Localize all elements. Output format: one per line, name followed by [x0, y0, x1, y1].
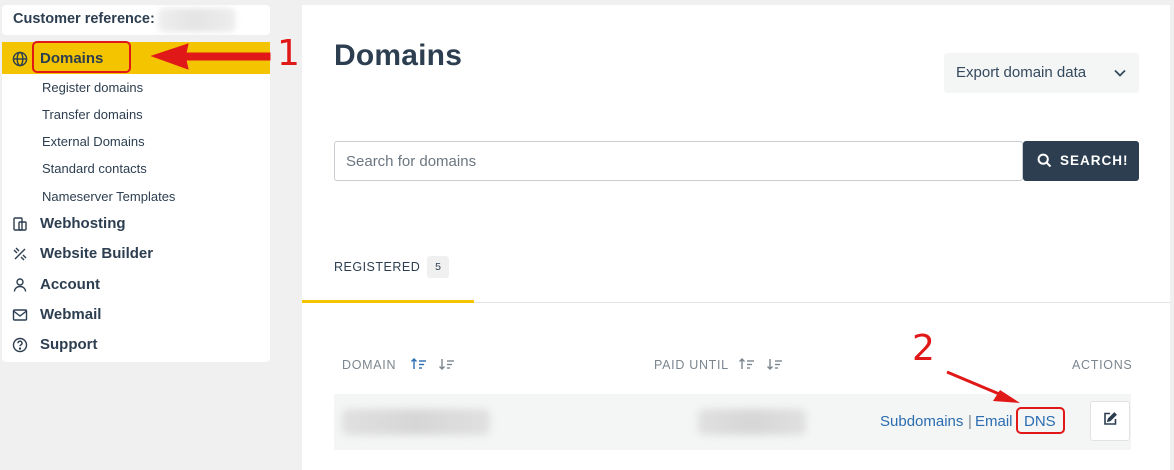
tab-active-underline [302, 300, 474, 303]
count-badge: 5 [427, 256, 449, 278]
column-header-actions: ACTIONS [1072, 358, 1133, 372]
column-header-paid-until: PAID UNTIL [654, 358, 729, 372]
sidebar-item-webhosting[interactable]: Webhosting [2, 210, 270, 238]
sort-descending-icon[interactable] [766, 357, 784, 371]
export-domain-data-dropdown[interactable]: Export domain data [944, 53, 1139, 93]
user-icon [11, 276, 29, 294]
search-icon [1037, 153, 1052, 173]
edit-button[interactable] [1090, 401, 1130, 441]
sidebar-subitem-register-domains[interactable]: Register domains [42, 80, 143, 95]
search-field [334, 141, 1023, 181]
sort-ascending-icon[interactable] [738, 357, 756, 371]
email-link[interactable]: Email [975, 413, 1013, 430]
customer-reference-label: Customer reference: [13, 11, 155, 27]
annotation-highlight-domains [32, 41, 131, 73]
link-separator: | [968, 413, 972, 430]
domain-name-redacted [342, 409, 490, 435]
sidebar-item-account[interactable]: Account [2, 271, 270, 299]
website-builder-icon [11, 245, 29, 263]
sidebar-item-website-builder[interactable]: Website Builder [2, 240, 270, 268]
sort-ascending-icon[interactable] [410, 357, 428, 371]
main-panel: Domains Export domain data SEARCH! REGIS… [302, 5, 1170, 470]
chevron-down-icon [1113, 66, 1127, 85]
sidebar: Domains Register domains Transfer domain… [2, 42, 270, 362]
mail-icon [11, 306, 29, 324]
sidebar-item-webmail[interactable]: Webmail [2, 301, 270, 329]
sidebar-item-label: Webmail [40, 306, 102, 323]
sort-descending-icon[interactable] [438, 357, 456, 371]
edit-icon [1102, 411, 1118, 432]
page-title: Domains [334, 39, 463, 72]
annotation-highlight-dns [1016, 407, 1065, 434]
sidebar-item-label: Webhosting [40, 215, 126, 232]
help-icon [11, 336, 29, 354]
annotation-number: 1 [277, 33, 300, 74]
customer-reference: Customer reference: [2, 5, 270, 35]
sidebar-item-support[interactable]: Support [2, 331, 270, 359]
column-header-domain: DOMAIN [342, 358, 397, 372]
sidebar-subitem-external-domains[interactable]: External Domains [42, 134, 145, 149]
hosting-icon [11, 215, 29, 233]
sidebar-item-label: Website Builder [40, 245, 154, 262]
export-label: Export domain data [956, 64, 1087, 81]
tab-label: REGISTERED [334, 260, 421, 274]
tab-divider [474, 302, 1170, 303]
sidebar-subitem-nameserver-templates[interactable]: Nameserver Templates [42, 189, 175, 204]
annotation-number: 2 [912, 328, 935, 369]
sidebar-item-label: Support [40, 336, 98, 353]
subdomains-link[interactable]: Subdomains [880, 413, 963, 430]
sidebar-subitem-standard-contacts[interactable]: Standard contacts [42, 161, 147, 176]
sidebar-item-label: Account [40, 276, 100, 293]
paid-until-redacted [698, 409, 806, 435]
search-input[interactable] [335, 142, 1022, 180]
tab-registered[interactable]: REGISTERED 5 [302, 245, 474, 303]
search-button-label: SEARCH! [1060, 153, 1129, 168]
customer-reference-value-redacted [158, 8, 236, 32]
globe-icon [11, 50, 29, 68]
sidebar-subitem-transfer-domains[interactable]: Transfer domains [42, 107, 143, 122]
search-button[interactable]: SEARCH! [1023, 141, 1139, 181]
